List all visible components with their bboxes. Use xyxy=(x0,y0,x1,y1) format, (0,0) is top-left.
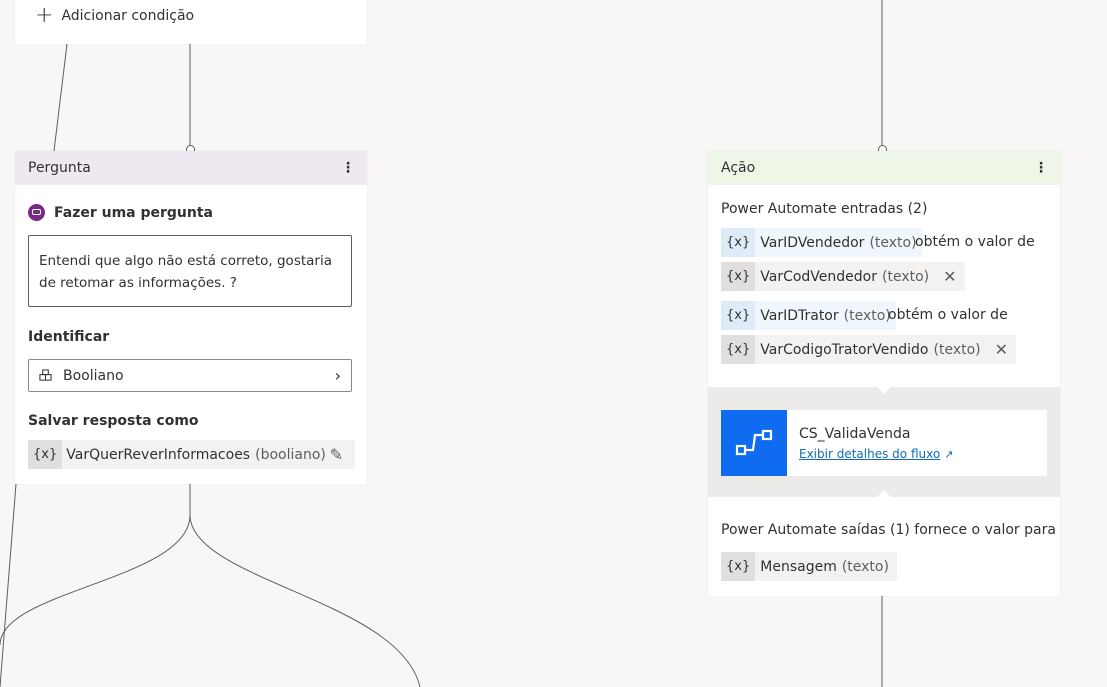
action-node[interactable]: Ação ⋮ Power Automate entradas (2) {x} V… xyxy=(708,151,1060,596)
input-source-pill[interactable]: {x} VarCodVendedor (texto) ✕ xyxy=(721,262,965,291)
remove-icon[interactable]: ✕ xyxy=(995,340,1008,359)
outputs-heading: Power Automate saídas (1) fornece o valo… xyxy=(721,522,1056,538)
variable-name: VarCodVendedor xyxy=(760,268,877,285)
variable-type: (booliano) xyxy=(255,446,326,463)
ask-question-label: Fazer uma pergunta xyxy=(54,204,214,221)
question-text-field[interactable]: Entendi que algo não está correto, gosta… xyxy=(28,235,352,307)
output-pill[interactable]: {x} Mensagem (texto) xyxy=(721,552,897,581)
variable-type: (texto) xyxy=(882,268,930,285)
gets-value-text: obtém o valor de xyxy=(915,234,1035,250)
chevron-right-icon: › xyxy=(334,366,341,385)
question-node[interactable]: Pergunta ⋮ Fazer uma pergunta Entendi qu… xyxy=(15,151,367,484)
more-options-icon[interactable]: ⋮ xyxy=(341,160,355,176)
entity-icon xyxy=(39,369,52,381)
question-header: Pergunta ⋮ xyxy=(15,151,367,185)
flow-details-link-text: Exibir detalhes do fluxo xyxy=(799,446,941,461)
gets-value-text: obtém o valor de xyxy=(888,307,1008,323)
variable-type: (texto) xyxy=(869,234,917,251)
ask-question-title: Fazer uma pergunta xyxy=(28,204,213,221)
variable-type: (texto) xyxy=(843,307,891,324)
more-options-icon[interactable]: ⋮ xyxy=(1034,160,1048,176)
add-condition-label: Adicionar condição xyxy=(61,8,195,24)
remove-icon[interactable]: ✕ xyxy=(943,267,956,286)
add-condition-button[interactable]: + Adicionar condição xyxy=(35,3,195,28)
inputs-heading: Power Automate entradas (2) xyxy=(721,201,928,217)
flow-details-link[interactable]: Exibir detalhes do fluxo ↗ xyxy=(799,447,953,461)
variable-icon: {x} xyxy=(721,552,756,581)
variable-name: VarIDVendedor xyxy=(760,234,865,251)
variable-icon: {x} xyxy=(721,301,756,330)
edit-pencil-icon[interactable]: ✎ xyxy=(330,445,343,464)
power-automate-flow-icon xyxy=(721,410,787,476)
save-response-label: Salvar resposta como xyxy=(28,413,199,429)
input-target-pill[interactable]: {x} VarIDVendedor (texto) xyxy=(721,228,922,257)
identify-value: Booliano xyxy=(63,367,124,384)
variable-icon: {x} xyxy=(28,440,63,469)
chat-bubble-icon xyxy=(28,204,45,221)
variable-type: (texto) xyxy=(933,341,981,358)
variable-name: VarIDTrator xyxy=(760,307,839,324)
variable-icon: {x} xyxy=(721,262,756,291)
input-target-pill[interactable]: {x} VarIDTrator (texto) xyxy=(721,301,896,330)
save-variable-pill[interactable]: {x} VarQuerReverInformacoes (booliano) ✎ xyxy=(28,440,355,469)
variable-name: VarQuerReverInformacoes xyxy=(66,446,251,463)
external-link-icon: ↗ xyxy=(944,447,954,461)
flow-card[interactable]: CS_ValidaVenda Exibir detalhes do fluxo ↗ xyxy=(721,410,1047,476)
variable-name: VarCodigoTratorVendido xyxy=(760,341,929,358)
variable-name: Mensagem xyxy=(760,558,837,575)
action-header-title: Ação xyxy=(721,160,756,176)
identify-label: Identificar xyxy=(28,329,110,345)
variable-type: (texto) xyxy=(841,558,889,575)
question-header-title: Pergunta xyxy=(28,160,91,176)
input-source-pill[interactable]: {x} VarCodigoTratorVendido (texto) ✕ xyxy=(721,335,1017,364)
action-header: Ação ⋮ xyxy=(708,151,1060,185)
condition-card: + Adicionar condição xyxy=(15,0,367,44)
flow-name: CS_ValidaVenda xyxy=(799,425,911,442)
plus-icon: + xyxy=(35,3,54,28)
identify-select[interactable]: Booliano › xyxy=(28,359,352,392)
flow-section: CS_ValidaVenda Exibir detalhes do fluxo ↗ xyxy=(708,386,1060,498)
variable-icon: {x} xyxy=(721,228,756,257)
variable-icon: {x} xyxy=(721,335,756,364)
